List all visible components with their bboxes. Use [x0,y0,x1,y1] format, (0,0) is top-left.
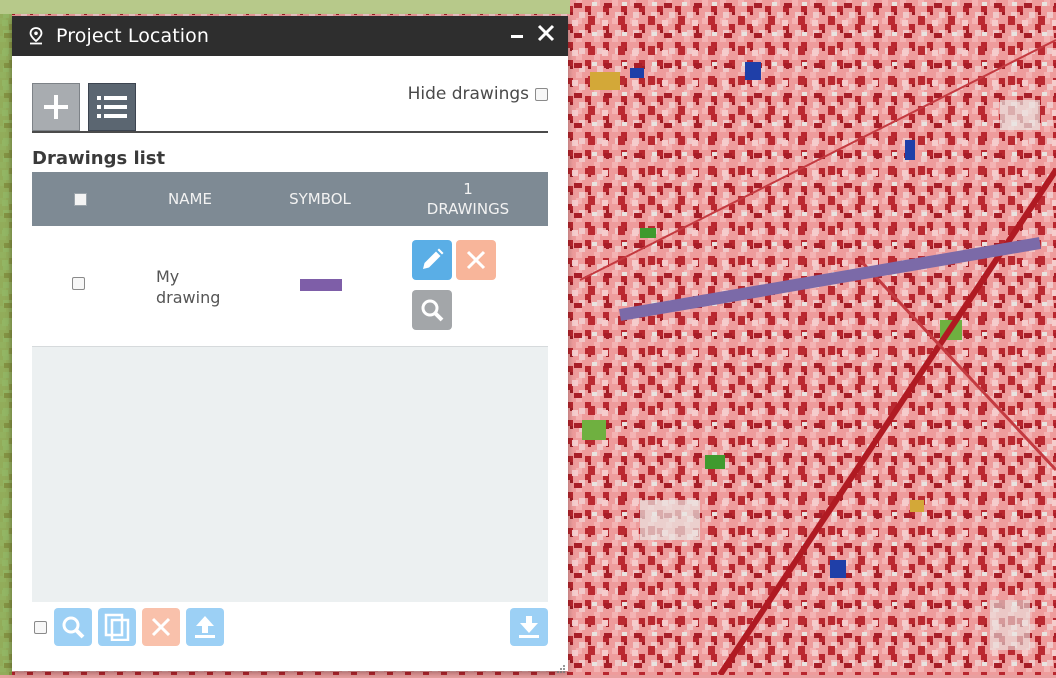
export-button[interactable] [510,608,548,646]
x-icon [466,250,486,270]
drawings-list-heading: Drawings list [32,148,166,169]
magnifier-icon [62,616,85,639]
map-pin-icon [28,27,44,45]
minimize-icon[interactable] [510,22,524,46]
select-all-checkbox[interactable] [73,192,87,206]
table-header: NAME SYMBOL 1 DRAWINGS [32,172,548,226]
zoom-selected-button[interactable] [54,608,92,646]
resize-icon[interactable] [556,659,566,673]
copy-icon [104,613,130,641]
hide-drawings-checkbox[interactable] [535,87,548,101]
project-location-panel: Project Location Hide drawings Drawings … [12,16,568,673]
row-checkbox[interactable] [72,277,85,290]
table-row: My drawing [32,226,548,347]
drawing-name: My drawing [156,267,221,307]
x-icon [151,617,171,637]
close-icon[interactable] [534,21,558,45]
list-icon [97,96,127,118]
panel-title: Project Location [56,25,210,47]
plus-icon [44,95,68,119]
zoom-to-drawing-button[interactable] [412,290,452,330]
drawing-symbol [300,279,342,291]
upload-icon [195,616,215,638]
download-icon [519,616,539,638]
drawings-count-label: DRAWINGS [426,200,510,218]
header-drawings-count: 1 DRAWINGS [388,172,548,226]
drawings-count: 1 [463,180,473,198]
header-name: NAME [168,190,212,208]
delete-drawing-button[interactable] [456,240,496,280]
tab-add-drawing[interactable] [32,83,80,131]
edit-drawing-button[interactable] [412,240,452,280]
hide-drawings-toggle: Hide drawings [408,84,548,104]
import-button[interactable] [186,608,224,646]
header-symbol: SYMBOL [289,190,351,208]
tab-drawings-list[interactable] [88,83,136,131]
pencil-icon [423,248,444,269]
panel-titlebar[interactable]: Project Location [12,16,568,56]
delete-selected-button[interactable] [142,608,180,646]
magnifier-icon [421,299,444,322]
hide-drawings-label: Hide drawings [407,84,529,104]
footer-select-checkbox[interactable] [34,621,47,634]
select-all-cell [32,172,128,226]
list-empty-area [32,347,548,602]
panel-footer [32,606,548,650]
copy-selected-button[interactable] [98,608,136,646]
